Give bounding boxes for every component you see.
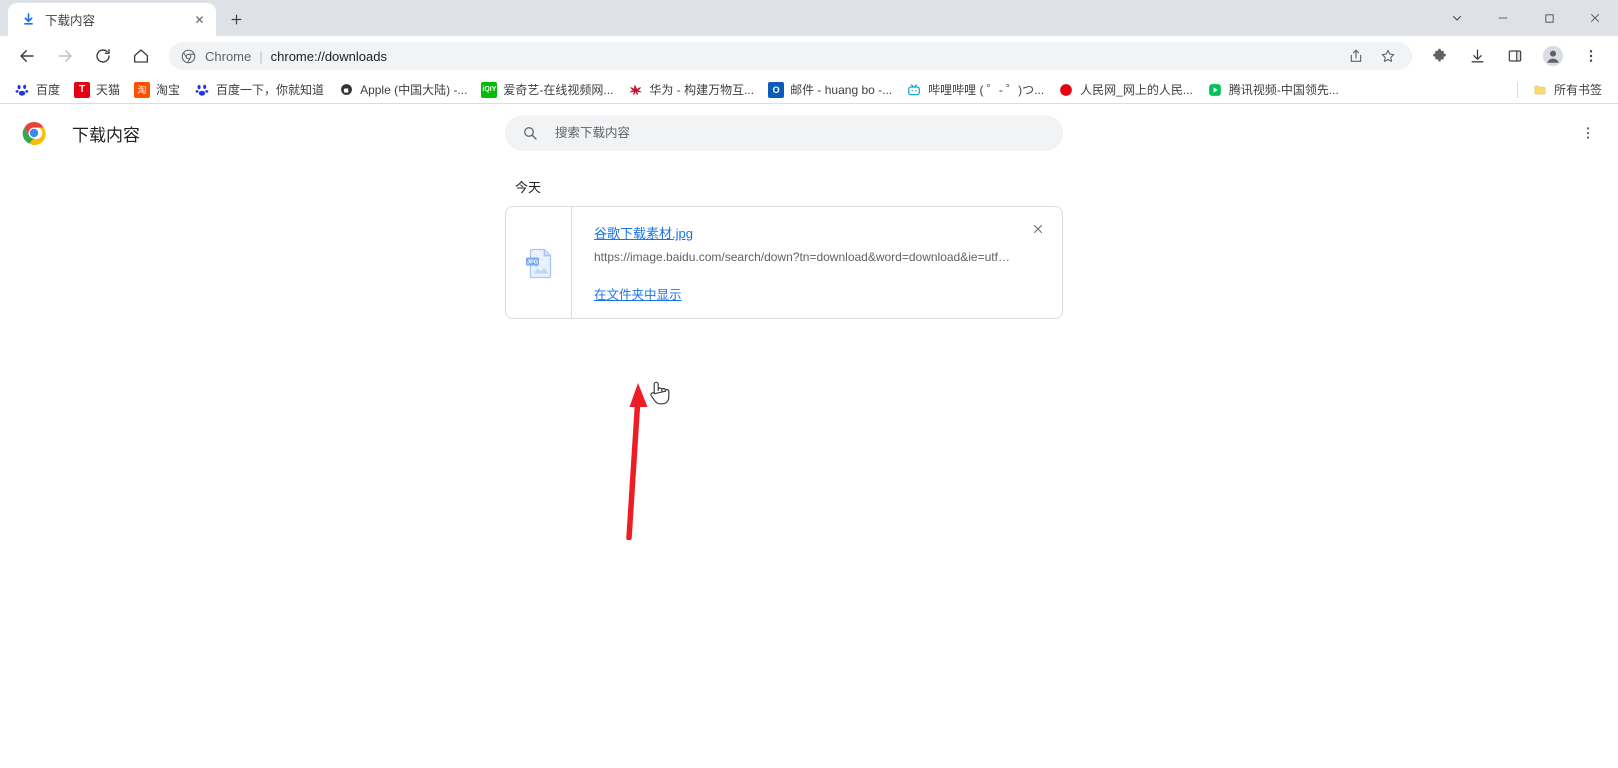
people-daily-icon	[1058, 82, 1074, 98]
bookmark-label: 淘宝	[156, 83, 181, 97]
share-icon[interactable]	[1344, 44, 1368, 68]
profile-avatar-icon[interactable]	[1539, 42, 1567, 70]
hand-pointer-cursor	[646, 379, 672, 409]
home-button[interactable]	[127, 42, 155, 70]
download-icon	[20, 12, 36, 28]
tab-close-button[interactable]: ✕	[191, 11, 208, 28]
download-source-url: https://image.baidu.com/search/down?tn=d…	[594, 250, 1014, 264]
close-window-button[interactable]	[1572, 0, 1618, 36]
tab-strip: 下载内容 ✕	[0, 0, 1618, 36]
browser-menu-icon[interactable]	[1577, 42, 1605, 70]
search-icon	[521, 124, 539, 142]
bookmarks-divider	[1516, 81, 1518, 98]
bookmark-item[interactable]: Apple (中国大陆) -...	[332, 79, 473, 101]
omnibox-scheme: Chrome	[205, 48, 252, 64]
page-title: 下载内容	[72, 125, 140, 145]
bookmark-label: 爱奇艺-在线视频网...	[503, 83, 614, 97]
browser-tab[interactable]: 下载内容 ✕	[8, 3, 216, 36]
maximize-button[interactable]	[1526, 0, 1572, 36]
bookmark-item[interactable]: 淘 淘宝	[128, 79, 186, 101]
bookmark-label: 邮件 - huang bo -...	[790, 83, 893, 97]
side-panel-icon[interactable]	[1501, 42, 1529, 70]
bookmark-label: 人民网_网上的人民...	[1080, 83, 1193, 97]
show-in-folder-link[interactable]: 在文件夹中显示	[594, 284, 682, 303]
bookmark-label: 天猫	[96, 83, 121, 97]
downloads-toolbar-icon[interactable]	[1463, 42, 1491, 70]
browser-toolbar: Chrome | chrome://downloads	[0, 36, 1618, 76]
baidu-paw-icon	[14, 82, 30, 98]
chrome-logo-icon	[22, 121, 46, 145]
jpg-file-icon: JPG	[523, 246, 555, 280]
bookmark-label: 百度	[36, 83, 61, 97]
bookmark-item[interactable]: 百度	[8, 79, 66, 101]
address-bar[interactable]: Chrome | chrome://downloads	[169, 42, 1412, 70]
omnibox-separator: |	[259, 48, 263, 64]
download-item-info: 谷歌下载素材.jpg https://image.baidu.com/searc…	[572, 207, 1062, 318]
bookmark-item[interactable]: iQIY 爱奇艺-在线视频网...	[475, 79, 619, 101]
downloads-page: 下载内容 今天	[0, 105, 1618, 768]
bookmark-item[interactable]: 哔哩哔哩 ( ゜- ゜)つ...	[900, 79, 1050, 101]
bookmark-label: 腾讯视频-中国领先...	[1228, 83, 1339, 97]
search-input[interactable]	[555, 126, 1047, 140]
downloads-header: 下载内容	[0, 105, 1618, 161]
tab-title: 下载内容	[45, 14, 96, 28]
new-tab-button[interactable]	[222, 5, 250, 33]
extensions-puzzle-icon[interactable]	[1425, 42, 1453, 70]
downloads-more-menu-icon[interactable]	[1574, 119, 1602, 147]
date-group-header: 今天	[515, 180, 542, 195]
huawei-flower-icon	[627, 82, 643, 98]
taobao-icon: 淘	[134, 81, 151, 98]
folder-icon	[1532, 82, 1548, 98]
baidu-paw-icon	[194, 82, 210, 98]
bookmark-star-icon[interactable]	[1376, 44, 1400, 68]
download-file-icon-column: JPG	[506, 207, 572, 318]
all-bookmarks-label: 所有书签	[1553, 83, 1602, 97]
bookmarks-bar: 百度 T 天猫 淘 淘宝 百度一下，你就知道 Apple (中国大陆) -...…	[0, 76, 1618, 104]
tab-search-button[interactable]	[1434, 0, 1480, 36]
outlook-icon: O	[768, 81, 785, 98]
bookmark-item[interactable]: T 天猫	[68, 79, 126, 101]
downloads-search-wrap	[505, 115, 1063, 151]
svg-text:JPG: JPG	[526, 259, 537, 265]
bookmark-label: 哔哩哔哩 ( ゜- ゜)つ...	[928, 83, 1045, 97]
chrome-icon	[180, 48, 196, 64]
bookmark-item[interactable]: 百度一下，你就知道	[188, 79, 330, 101]
downloads-search-box[interactable]	[505, 115, 1063, 151]
forward-button[interactable]	[51, 42, 79, 70]
iqiyi-icon: iQIY	[481, 81, 498, 98]
back-button[interactable]	[13, 42, 41, 70]
tmall-icon: T	[74, 81, 91, 98]
apple-logo-icon	[338, 82, 354, 98]
window-controls	[1434, 0, 1618, 36]
all-bookmarks-button[interactable]: 所有书签	[1526, 79, 1608, 101]
bookmark-label: 百度一下，你就知道	[216, 83, 325, 97]
remove-download-button[interactable]	[1026, 217, 1050, 241]
bookmark-label: 华为 - 构建万物互...	[649, 83, 755, 97]
bookmark-item[interactable]: 腾讯视频-中国领先...	[1201, 79, 1345, 101]
download-filename-link[interactable]: 谷歌下载素材.jpg	[594, 223, 693, 242]
bookmark-item[interactable]: 人民网_网上的人民...	[1052, 79, 1199, 101]
bookmark-item[interactable]: O 邮件 - huang bo -...	[762, 79, 898, 101]
download-item-card: JPG 谷歌下载素材.jpg https://image.baidu.com/s…	[505, 206, 1063, 319]
tencent-video-icon	[1207, 82, 1223, 98]
bookmark-label: Apple (中国大陆) -...	[360, 83, 468, 97]
downloads-list: 今天 JPG 谷歌下载素材.jpg https://image.baidu.co…	[0, 161, 1618, 319]
bookmark-item[interactable]: 华为 - 构建万物互...	[621, 79, 760, 101]
omnibox-url: chrome://downloads	[270, 48, 387, 64]
reload-button[interactable]	[89, 42, 117, 70]
minimize-button[interactable]	[1480, 0, 1526, 36]
omnibox-actions	[1340, 44, 1404, 68]
red-arrow-annotation	[612, 375, 672, 540]
bilibili-icon	[906, 82, 922, 98]
